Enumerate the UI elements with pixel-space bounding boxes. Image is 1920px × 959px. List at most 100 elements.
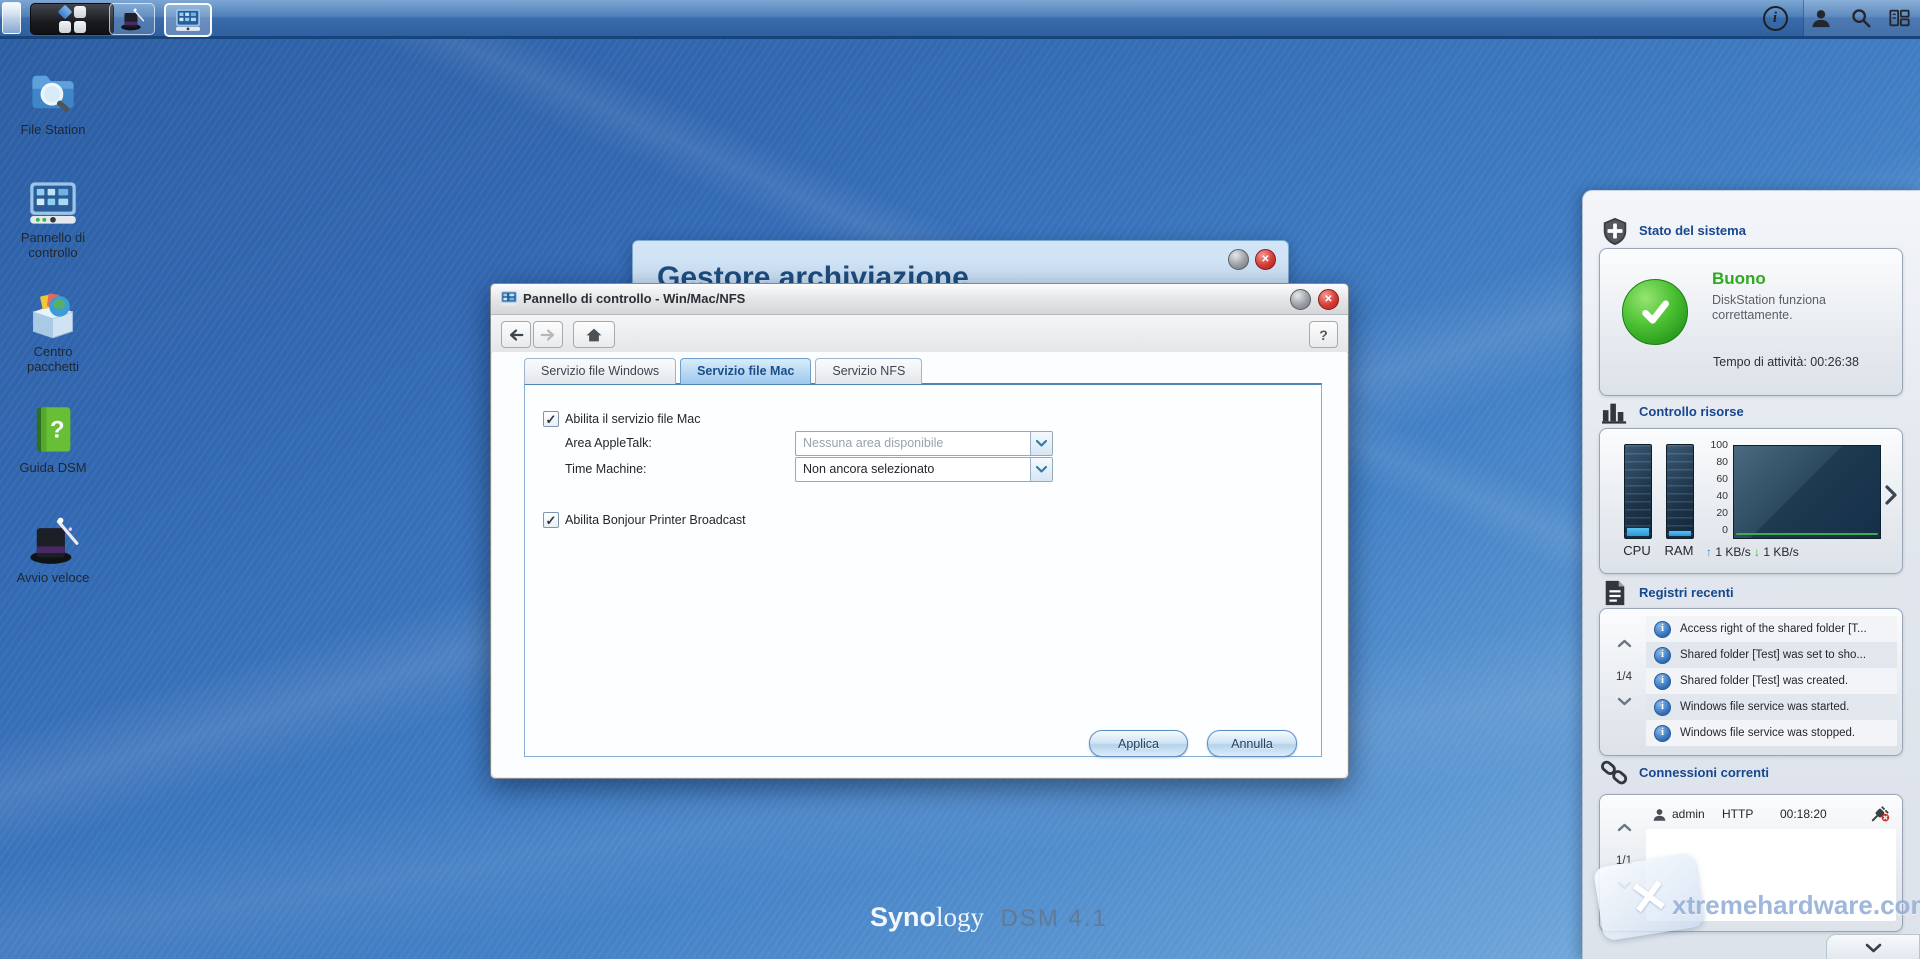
chevron-down-icon [1036, 440, 1047, 447]
upload-value: 1 KB/s [1715, 545, 1751, 559]
widget-title: Stato del sistema [1639, 223, 1746, 238]
pilot-info-button[interactable]: i [1762, 5, 1788, 31]
taskbar-quick-start-button[interactable] [109, 3, 155, 35]
desktop-icon-package-center[interactable]: Centro pacchetti [7, 290, 99, 374]
resource-monitor-box[interactable]: CPU RAM 100 80 60 40 20 0 ↑ 1 KB/s ↓ 1 K… [1599, 428, 1903, 574]
bonjour-broadcast-checkbox[interactable]: ✓ [543, 512, 559, 528]
close-icon: ✕ [1261, 253, 1270, 265]
close-button[interactable]: ✕ [1318, 289, 1339, 310]
connection-time: 00:18:20 [1780, 807, 1827, 821]
help-button[interactable]: ? [1309, 321, 1338, 348]
taskbar-control-panel-button[interactable] [164, 3, 212, 37]
logo-syno: Syno [870, 902, 937, 932]
desktop-icon-dsm-help[interactable]: ? Guida DSM [7, 404, 99, 475]
back-arrow-icon [509, 328, 524, 341]
log-list: i Access right of the shared folder [T..… [1646, 616, 1897, 746]
desktop-icon-quick-start[interactable]: Avvio veloce [7, 514, 99, 585]
enable-mac-service-checkbox[interactable]: ✓ [543, 411, 559, 427]
tab-servizio-file-windows[interactable]: Servizio file Windows [524, 358, 677, 384]
minimize-button[interactable] [1290, 289, 1311, 310]
tab-servizio-file-mac[interactable]: Servizio file Mac [680, 358, 812, 384]
desktop-icon-label: Guida DSM [19, 460, 87, 475]
cancel-button[interactable]: Annulla [1207, 730, 1297, 757]
resource-monitor-expand-button[interactable] [1884, 485, 1897, 510]
dialog-content: Servizio file Windows Servizio file Mac … [492, 352, 1347, 777]
log-row[interactable]: i Shared folder [Test] was created. [1646, 668, 1897, 694]
main-menu-icon [57, 4, 86, 33]
enable-mac-service-label: Abilita il servizio file Mac [565, 412, 701, 426]
synology-dsm-logo: Synology DSM 4.1 [870, 902, 1108, 933]
widget-collapse-button[interactable] [1826, 934, 1920, 959]
search-icon [1852, 9, 1871, 28]
cpu-meter [1624, 444, 1652, 539]
chevron-down-icon [1865, 943, 1881, 952]
home-button[interactable] [573, 321, 615, 348]
log-row[interactable]: i Shared folder [Test] was set to sho... [1646, 642, 1897, 668]
timemachine-label: Time Machine: [565, 462, 647, 476]
widgets-toggle-button[interactable] [1886, 5, 1912, 31]
log-row[interactable]: i Access right of the shared folder [T..… [1646, 616, 1897, 642]
download-arrow-icon: ↓ [1754, 545, 1761, 559]
log-row[interactable]: i Windows file service was started. [1646, 694, 1897, 720]
logs-pagination: 1/4 [1604, 609, 1644, 755]
page-up-button[interactable] [1604, 823, 1644, 832]
xtremehardware-watermark: xtremehardware.com [1672, 890, 1920, 920]
close-button[interactable]: ✕ [1255, 249, 1276, 270]
widget-title: Controllo risorse [1639, 404, 1744, 419]
apply-button[interactable]: Applica [1089, 730, 1188, 757]
page-up-button[interactable] [1604, 639, 1644, 648]
uptime-text: Tempo di attività: 00:26:38 [1713, 355, 1859, 369]
cpu-label: CPU [1623, 543, 1651, 558]
desktop-icon-control-panel[interactable]: Pannello di controllo [7, 180, 99, 260]
show-desktop-button[interactable] [2, 2, 21, 34]
tab-servizio-nfs[interactable]: Servizio NFS [815, 358, 923, 384]
widgets-layout-icon [1888, 9, 1910, 27]
user-menu-button[interactable] [1808, 5, 1834, 31]
info-icon: i [1654, 698, 1671, 716]
main-menu-button[interactable] [30, 3, 114, 35]
status-description: DiskStation funziona correttamente. [1712, 293, 1826, 322]
desktop-icon-file-station[interactable]: File Station [7, 66, 99, 137]
chevron-right-icon [1885, 485, 1897, 505]
log-text: Windows file service was started. [1680, 701, 1850, 713]
bonjour-broadcast-label: Abilita Bonjour Printer Broadcast [565, 513, 746, 527]
magic-hat-icon [121, 8, 145, 31]
info-icon: i [1654, 672, 1671, 690]
dsm-help-book-icon: ? [36, 407, 71, 452]
log-text: Windows file service was stopped. [1680, 727, 1856, 739]
forward-button[interactable] [533, 321, 563, 348]
page-down-button[interactable] [1604, 697, 1644, 706]
y-axis-tick: 20 [1716, 507, 1728, 519]
status-good-icon [1622, 279, 1688, 345]
network-stats: ↑ 1 KB/s ↓ 1 KB/s [1706, 545, 1799, 559]
disconnect-button[interactable] [1870, 805, 1890, 826]
ram-label: RAM [1664, 543, 1694, 558]
bar-chart-icon [1602, 403, 1627, 424]
system-status-header: Stato del sistema [1583, 216, 1920, 246]
dropdown-arrow-button[interactable] [1030, 432, 1052, 455]
check-icon: ✓ [545, 512, 557, 528]
appletalk-label: Area AppleTalk: [565, 436, 652, 450]
connection-user: admin [1672, 807, 1705, 821]
info-icon: i [1654, 724, 1671, 742]
current-connections-header: Connessioni correnti [1583, 758, 1920, 788]
info-icon: i [1654, 620, 1671, 638]
dropdown-arrow-button[interactable] [1030, 458, 1052, 481]
appletalk-dropdown[interactable]: Nessuna area disponibile [795, 431, 1053, 456]
control-panel-icon [501, 291, 517, 306]
timemachine-dropdown[interactable]: Non ancora selezionato [795, 457, 1053, 482]
connection-row[interactable]: admin HTTP 00:18:20 [1646, 803, 1896, 827]
download-value: 1 KB/s [1763, 545, 1799, 559]
shield-icon [1603, 217, 1627, 246]
system-status-box: Buono DiskStation funziona correttamente… [1599, 248, 1903, 396]
recent-logs-header: Registri recenti [1583, 578, 1920, 608]
dialog-titlebar[interactable]: Pannello di controllo - Win/Mac/NFS ✕ [491, 284, 1348, 315]
y-axis-tick: 60 [1716, 473, 1728, 485]
back-button[interactable] [501, 321, 531, 348]
log-row[interactable]: i Windows file service was stopped. [1646, 720, 1897, 746]
minimize-button[interactable] [1228, 249, 1249, 270]
appletalk-selected-value: Nessuna area disponibile [803, 436, 944, 450]
forward-arrow-icon [540, 328, 555, 341]
info-icon: i [1654, 646, 1671, 664]
search-button[interactable] [1848, 5, 1874, 31]
